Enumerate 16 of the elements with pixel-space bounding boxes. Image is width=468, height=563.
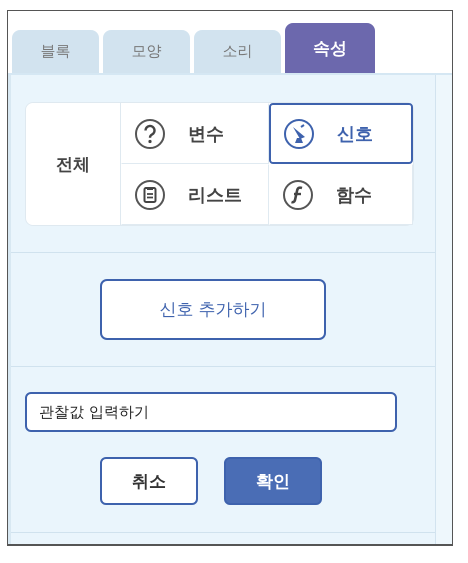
- tab[interactable]: 소리: [194, 30, 281, 73]
- question-icon: [134, 118, 166, 150]
- clipboard-icon: [134, 178, 166, 210]
- confirm-button[interactable]: 확인: [224, 457, 322, 505]
- category-item[interactable]: 변수: [121, 103, 269, 164]
- category-item[interactable]: 신호: [269, 103, 413, 164]
- add-signal-button[interactable]: 신호 추가하기: [100, 279, 326, 340]
- category-item[interactable]: 리스트: [121, 164, 269, 225]
- function-icon: [282, 178, 314, 210]
- tab[interactable]: 속성: [285, 23, 375, 73]
- cancel-button[interactable]: 취소: [100, 457, 198, 505]
- input-field[interactable]: 관찰값 입력하기: [25, 392, 397, 432]
- tab[interactable]: 모양: [103, 30, 190, 73]
- satellite-dish-icon: [283, 118, 315, 150]
- tab[interactable]: 블록: [12, 30, 99, 73]
- category-item[interactable]: 함수: [269, 164, 413, 225]
